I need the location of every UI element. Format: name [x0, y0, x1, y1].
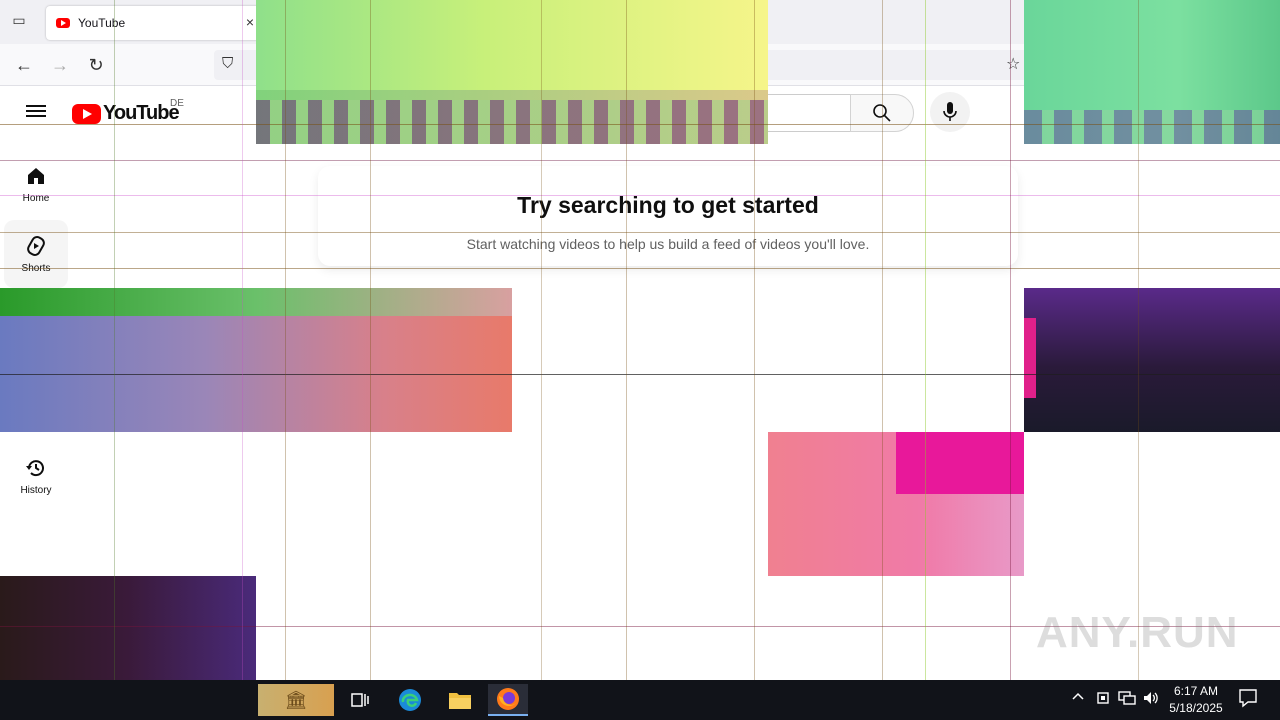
- shorts-icon: [27, 235, 45, 256]
- glitch-line: [0, 160, 1280, 161]
- start-logo-icon: 🏛: [284, 689, 308, 710]
- folder-icon: [449, 693, 471, 709]
- glitch-line: [370, 0, 371, 720]
- microphone-icon: [943, 102, 957, 121]
- glitch-block: [1024, 0, 1280, 144]
- glitch-line: [754, 0, 755, 720]
- action-center-icon[interactable]: [1238, 688, 1258, 711]
- tracking-protection-shield-icon[interactable]: ⛉: [222, 55, 233, 72]
- glitch-line: [0, 374, 1280, 375]
- windows-taskbar: [0, 680, 1280, 720]
- prompt-title: Try searching to get started: [517, 192, 819, 218]
- glitch-line: [114, 0, 115, 720]
- glitch-block: [0, 288, 512, 432]
- sidebar-item-shorts[interactable]: Shorts: [4, 220, 68, 288]
- reload-button[interactable]: ↻: [84, 53, 108, 77]
- tab-list-button[interactable]: ▭: [8, 12, 30, 34]
- task-view-button[interactable]: [340, 684, 380, 716]
- tray-overflow-chevron-icon[interactable]: [1071, 690, 1085, 707]
- usb-device-icon[interactable]: [1096, 690, 1110, 709]
- glitch-line: [242, 0, 243, 720]
- taskbar-file-explorer[interactable]: [440, 684, 480, 716]
- glitch-line: [626, 0, 627, 720]
- sidebar-item-history[interactable]: History: [4, 442, 68, 510]
- glitch-block: [768, 432, 1024, 576]
- network-icon[interactable]: [1118, 690, 1136, 709]
- edge-icon: [399, 689, 421, 711]
- taskbar-edge[interactable]: [390, 684, 430, 716]
- start-button[interactable]: 🏛: [258, 684, 334, 716]
- glitch-line: [925, 0, 926, 720]
- taskbar-firefox[interactable]: [488, 684, 528, 716]
- tab-title: YouTube: [78, 16, 126, 30]
- youtube-play-logo-icon: [72, 103, 101, 124]
- glitch-line: [0, 232, 1280, 233]
- glitch-line: [0, 124, 1280, 125]
- tab-youtube[interactable]: YouTube ×: [46, 6, 260, 40]
- glitch-block: [256, 0, 768, 144]
- guide-menu-button[interactable]: [26, 102, 46, 122]
- history-icon: [26, 459, 44, 476]
- task-view-icon: [351, 693, 369, 707]
- youtube-favicon-icon: [56, 18, 70, 28]
- glitch-line: [882, 0, 883, 720]
- glitch-line: [0, 195, 1280, 196]
- youtube-logo[interactable]: YouTube: [72, 102, 180, 125]
- glitch-line: [1010, 0, 1011, 720]
- forward-button[interactable]: →: [48, 53, 72, 77]
- feed-empty-prompt: Try searching to get started Start watch…: [318, 166, 1018, 266]
- taskbar-clock[interactable]: 6:17 AM 5/18/2025: [1164, 683, 1228, 717]
- glitch-line: [0, 268, 1280, 269]
- voice-search-button[interactable]: [930, 92, 970, 132]
- prompt-subtitle: Start watching videos to help us build a…: [466, 236, 870, 252]
- glitch-line: [285, 0, 286, 720]
- region-code: DE: [170, 98, 184, 109]
- firefox-icon: [497, 688, 519, 710]
- clock-date: 5/18/2025: [1169, 701, 1223, 715]
- anyrun-watermark: ANY.RUN: [1036, 608, 1239, 657]
- sidebar-item-label: History: [20, 484, 52, 496]
- clock-time: 6:17 AM: [1173, 684, 1219, 698]
- tab-close-icon[interactable]: ×: [246, 14, 254, 30]
- back-button[interactable]: ←: [12, 53, 36, 77]
- glitch-block: [1024, 288, 1280, 432]
- home-icon: [28, 167, 44, 184]
- bookmark-star-icon[interactable]: ☆: [1006, 54, 1020, 74]
- volume-icon[interactable]: [1142, 690, 1160, 709]
- glitch-line: [541, 0, 542, 720]
